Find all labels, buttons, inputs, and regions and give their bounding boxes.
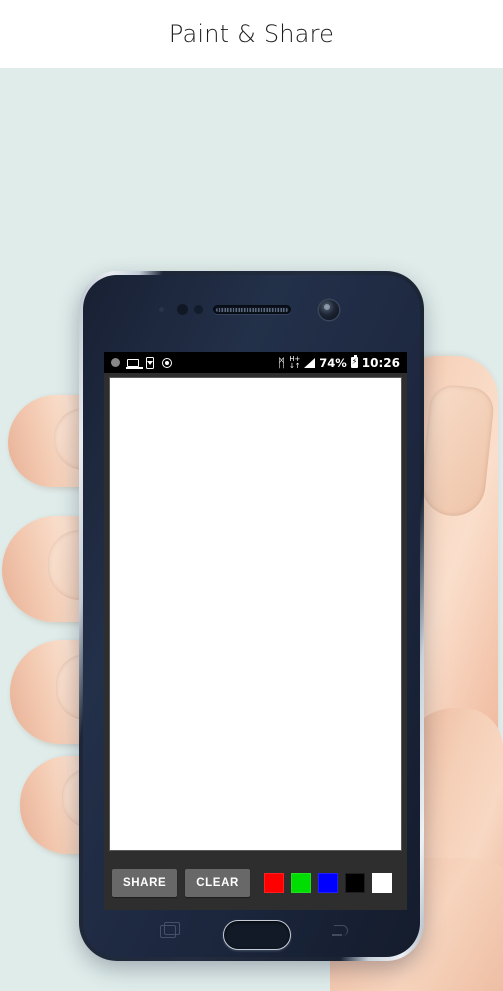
cast-icon [161, 357, 173, 369]
back-icon[interactable] [332, 925, 350, 938]
color-swatch-red[interactable] [263, 872, 284, 893]
page-header: Paint & Share [0, 0, 503, 68]
phone-chin [83, 915, 424, 961]
light-sensor-icon [177, 304, 188, 315]
earpiece-speaker [213, 305, 291, 314]
phone-screen: ᛗ H+ ↓↑ 74% 10:26 SHAR [104, 352, 407, 910]
home-button[interactable] [223, 920, 291, 950]
drawing-canvas[interactable] [109, 377, 402, 851]
color-swatch-green[interactable] [290, 872, 311, 893]
phone-device: ᛗ H+ ↓↑ 74% 10:26 SHAR [79, 271, 424, 961]
battery-charging-icon [350, 355, 358, 368]
phone-download-icon [146, 356, 154, 369]
color-swatch-black[interactable] [344, 872, 365, 893]
color-swatch-blue[interactable] [317, 872, 338, 893]
color-swatch-white[interactable] [371, 872, 392, 893]
status-bar-left [104, 356, 173, 369]
scene-background: ᛗ H+ ↓↑ 74% 10:26 SHAR [0, 68, 503, 991]
page-title: Paint & Share [168, 20, 335, 48]
status-bar-right: ᛗ H+ ↓↑ 74% 10:26 [277, 355, 407, 370]
bluetooth-icon: ᛗ [277, 355, 286, 370]
recents-icon[interactable] [160, 922, 180, 938]
share-button[interactable]: SHARE [112, 868, 178, 897]
paint-app: SHARE CLEAR [104, 373, 407, 910]
network-arrows-icon: ↓↑ [289, 361, 301, 370]
front-sensor-icon [194, 305, 203, 314]
paint-toolbar: SHARE CLEAR [104, 855, 407, 910]
front-camera-icon [319, 300, 339, 320]
network-type-icon: H+ ↓↑ [289, 355, 301, 370]
color-swatch-group [263, 872, 392, 893]
battery-percent-label: 74% [319, 355, 347, 370]
status-bar: ᛗ H+ ↓↑ 74% 10:26 [104, 352, 407, 373]
clock-label: 10:26 [361, 355, 400, 370]
signal-strength-icon [304, 357, 316, 368]
laptop-icon [125, 358, 143, 369]
clear-button[interactable]: CLEAR [185, 868, 250, 897]
proximity-sensor-icon [159, 307, 164, 312]
recording-dot-icon [111, 358, 120, 367]
phone-bezel: ᛗ H+ ↓↑ 74% 10:26 SHAR [83, 275, 420, 957]
